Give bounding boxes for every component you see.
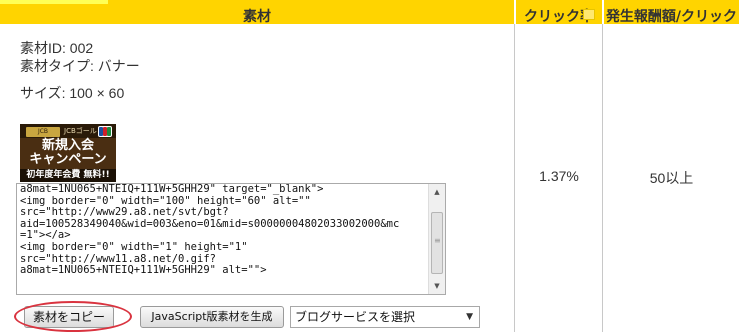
generate-js-button[interactable]: JavaScript版素材を生成 bbox=[140, 306, 284, 328]
material-code-text[interactable]: a8mat=1NU065+NTEIQ+111W+5GHH29" target="… bbox=[20, 184, 425, 294]
code-scrollbar[interactable]: ▲ ≡ ▼ bbox=[428, 184, 445, 294]
material-code-textarea[interactable]: a8mat=1NU065+NTEIQ+111W+5GHH29" target="… bbox=[16, 183, 446, 295]
blog-service-selected: ブログサービスを選択 bbox=[295, 310, 416, 324]
grip-icon: ≡ bbox=[434, 236, 441, 245]
material-id: 素材ID: 002 bbox=[20, 40, 94, 56]
header-material: 素材 bbox=[243, 9, 271, 24]
banner-headline-1: 新規入会 bbox=[41, 138, 94, 153]
blog-service-select[interactable]: ブログサービスを選択 ▼ bbox=[290, 306, 480, 328]
red-highlight-circle bbox=[14, 301, 132, 332]
chevron-down-icon: ▼ bbox=[466, 312, 473, 322]
banner-image[interactable]: JCB JCBゴールド 新規入会 キャンペーン 初年度年会費 無料!! bbox=[20, 124, 116, 182]
column-divider bbox=[602, 24, 603, 332]
material-type: 素材タイプ: バナー bbox=[20, 58, 140, 74]
header-reward: 発生報酬額/クリック bbox=[605, 9, 738, 24]
click-rate-value: 1.37% bbox=[539, 168, 579, 184]
material-size: サイズ: 100 × 60 bbox=[20, 85, 125, 101]
gold-card-icon: JCB bbox=[26, 127, 60, 137]
jcb-logo-icon bbox=[98, 126, 112, 137]
column-divider bbox=[514, 24, 515, 332]
scroll-up-arrow-icon[interactable]: ▲ bbox=[429, 184, 445, 200]
table-header: 素材 クリック率 発生報酬額/クリック bbox=[0, 0, 739, 24]
scroll-thumb[interactable]: ≡ bbox=[431, 212, 443, 274]
sort-box-icon[interactable] bbox=[583, 9, 595, 20]
banner-footer: 初年度年会費 無料!! bbox=[20, 169, 116, 182]
scroll-down-arrow-icon[interactable]: ▼ bbox=[429, 278, 445, 294]
banner-headline-2: キャンペーン bbox=[29, 152, 107, 167]
reward-value: 50以上 bbox=[649, 170, 694, 186]
